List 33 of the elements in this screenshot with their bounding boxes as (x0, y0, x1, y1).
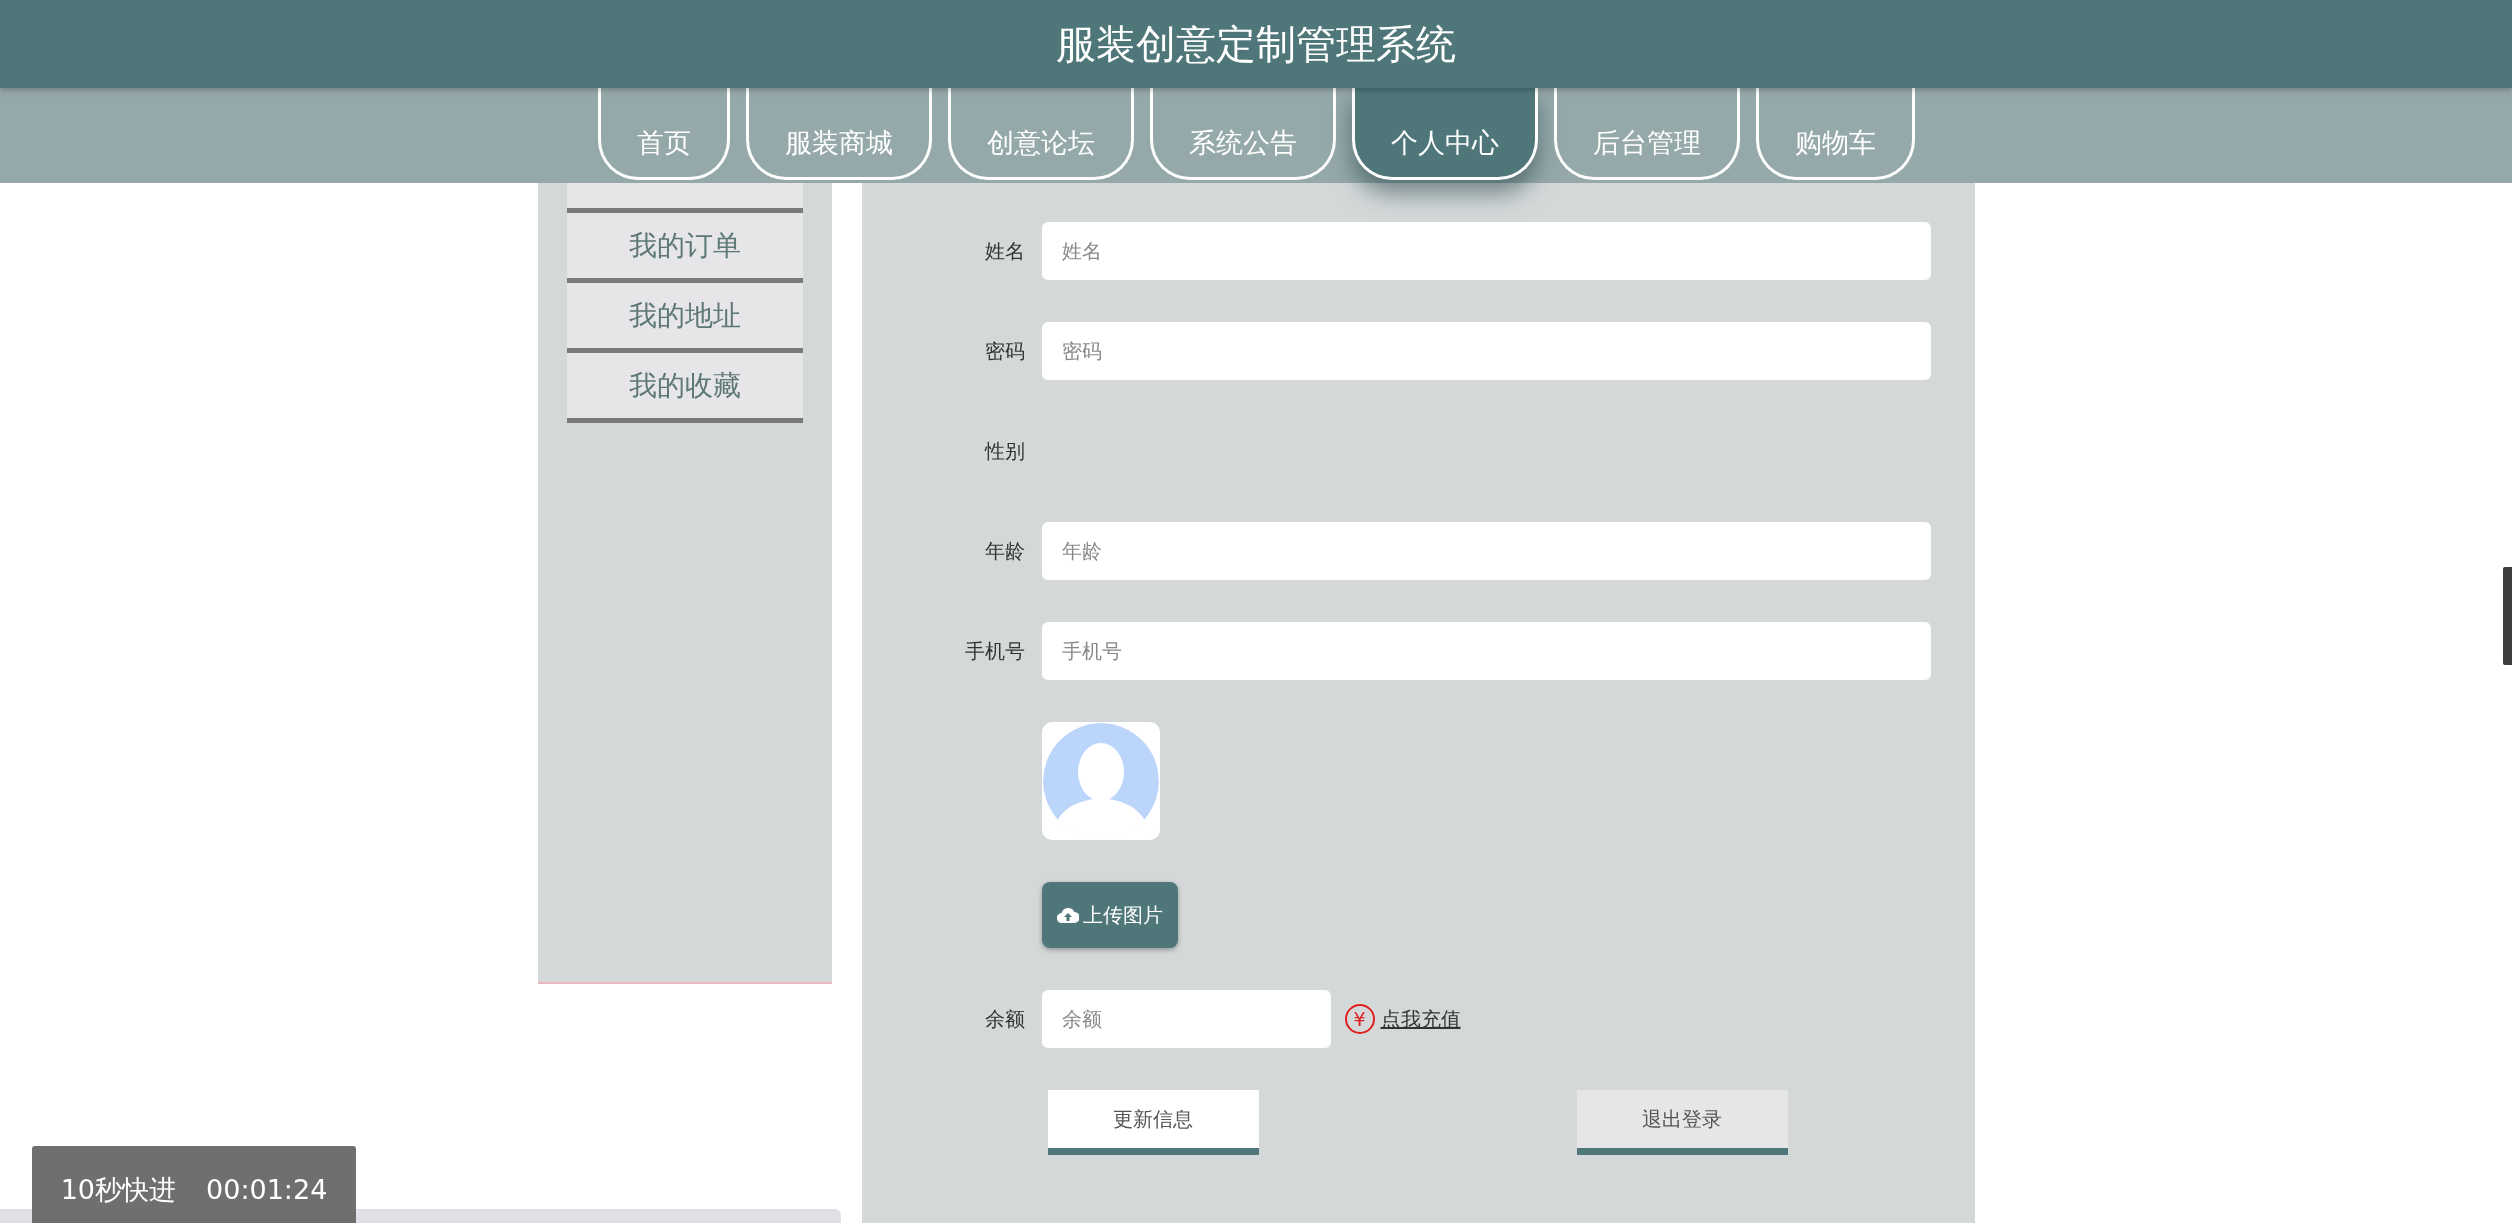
nav-tab[interactable]: 后台管理 (1553, 88, 1740, 180)
field-label: 余额 (983, 1006, 1026, 1033)
field-label: 年龄 (983, 538, 1026, 565)
nav-tab[interactable]: 个人中心 (1351, 88, 1538, 180)
cloud-upload-icon (1056, 907, 1079, 923)
nav-tab[interactable]: 系统公告 (1149, 88, 1336, 180)
input-field[interactable]: 余额 (1041, 990, 1331, 1048)
sidebar-item[interactable]: 我的收藏 (566, 353, 803, 423)
input-field[interactable]: 姓名 (1041, 222, 1931, 280)
input-field[interactable]: 年龄 (1041, 522, 1931, 580)
field-label: 姓名 (983, 238, 1026, 265)
yuan-icon[interactable]: ¥ (1344, 1004, 1375, 1034)
avatar-icon (1041, 722, 1160, 840)
nav-tab[interactable]: 购物车 (1755, 88, 1915, 180)
action-button[interactable]: 退出登录 (1576, 1090, 1788, 1155)
nav-tab[interactable]: 服装商城 (745, 88, 932, 180)
input-field[interactable]: 手机号 (1041, 622, 1931, 680)
field-label: 性别 (983, 438, 1026, 465)
action-button[interactable]: 更新信息 (1047, 1090, 1259, 1155)
scrollbar-thumb[interactable] (2503, 567, 2512, 665)
toast-label: 10秒快进 (60, 1173, 177, 1208)
recharge-link[interactable]: 点我充值 (1380, 1004, 1461, 1034)
site-title: 服装创意定制管理系统 (1056, 20, 1456, 69)
sidebar-item[interactable]: 我的订单 (566, 213, 803, 283)
nav-tab[interactable]: 创意论坛 (947, 88, 1134, 180)
nav-tab[interactable]: 首页 (597, 88, 730, 180)
field-label: 手机号 (963, 638, 1026, 665)
upload-button[interactable]: 上传图片 (1041, 882, 1178, 948)
sidebar-item[interactable]: 我的地址 (566, 283, 803, 353)
toast-time: 00:01:24 (206, 1173, 328, 1208)
sidebar-item[interactable] (566, 183, 803, 213)
field-label: 密码 (983, 338, 1026, 365)
input-field[interactable]: 密码 (1041, 322, 1931, 380)
